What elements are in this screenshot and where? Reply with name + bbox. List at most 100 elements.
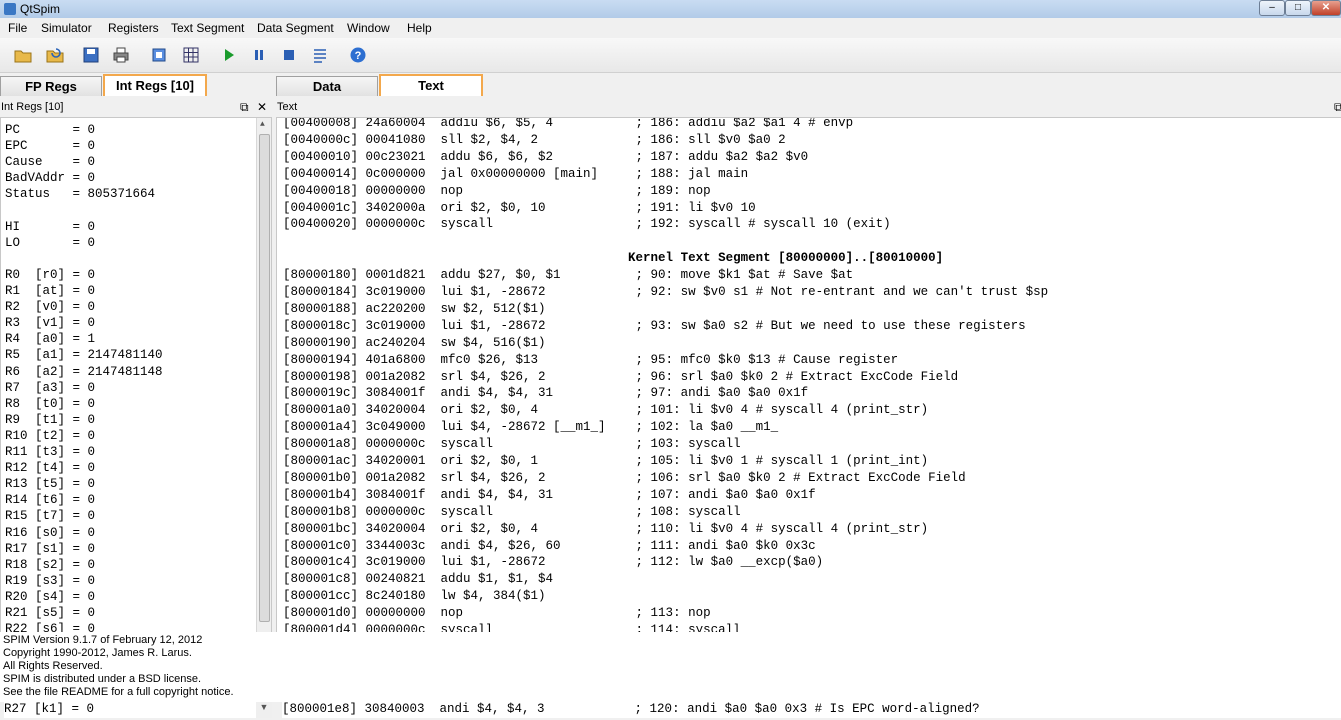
segment-header: Kernel Text Segment [80000000]..[8001000… (283, 251, 944, 266)
title-bar: QtSpim – □ ✕ (0, 0, 1341, 18)
text-row: [8000019c] 3084001f andi $4, $4, 31 ; 97… (283, 386, 809, 401)
int-regs-dock-header: Int Regs [10] ⧉ ✕ (0, 98, 270, 116)
register-row: R5 [a1] = 2147481140 (5, 348, 163, 363)
run-icon[interactable] (220, 46, 238, 64)
reload-file-icon[interactable] (46, 46, 64, 64)
text-row: [80000190] ac240204 sw $4, 516($1) (283, 335, 546, 350)
register-row: R10 [t2] = 0 (5, 428, 96, 443)
register-row: R19 [s3] = 0 (5, 573, 96, 588)
text-row: [800001b0] 001a2082 srl $4, $26, 2 ; 106… (283, 470, 966, 485)
registers-scrollbar[interactable]: ▲ (256, 118, 271, 632)
menu-help[interactable]: Help (407, 21, 432, 35)
undock-icon[interactable]: ⧉ (1334, 98, 1341, 116)
menu-simulator[interactable]: Simulator (41, 21, 92, 35)
text-row: [00400008] 24a60004 addiu $6, $5, 4 ; 18… (283, 117, 854, 130)
open-file-icon[interactable] (14, 46, 32, 64)
int-regs-dock-title: Int Regs [10] (1, 101, 64, 113)
register-row: R2 [v0] = 0 (5, 300, 96, 315)
text-dock-title: Text (277, 101, 298, 113)
tab-int-regs[interactable]: Int Regs [10] (103, 74, 207, 96)
clear-registers-icon[interactable] (150, 46, 168, 64)
text-row: [800001c4] 3c019000 lui $1, -28672 ; 112… (283, 555, 824, 570)
message-line: Copyright 1990-2012, James R. Larus. (3, 647, 192, 659)
text-segment-panel: [00400008] 24a60004 addiu $6, $5, 4 ; 18… (276, 117, 1341, 633)
register-row: R12 [t4] = 0 (5, 461, 96, 476)
svg-text:?: ? (355, 50, 362, 62)
text-row: [800001d0] 00000000 nop ; 113: nop (283, 606, 711, 621)
text-row: [800001cc] 8c240180 lw $4, 384($1) (283, 589, 546, 604)
menu-data-segment[interactable]: Data Segment (257, 21, 334, 35)
register-row: R13 [t5] = 0 (5, 477, 96, 492)
registers-panel: PC = 0 EPC = 0 Cause = 0 BadVAddr = 0 Status… (0, 117, 272, 633)
text-row: [00400020] 0000000c syscall ; 192: sysca… (283, 217, 891, 232)
text-row: [8000018c] 3c019000 lui $1, -28672 ; 93:… (283, 318, 1026, 333)
text-row: [800001a4] 3c049000 lui $4, -28672 [__m1… (283, 420, 779, 435)
menu-registers[interactable]: Registers (108, 21, 159, 35)
text-row: [0040000c] 00041080 sll $2, $4, 2 ; 186:… (283, 132, 786, 147)
text-row: [800001b8] 0000000c syscall ; 108: sysca… (283, 504, 741, 519)
window-title: QtSpim (20, 2, 61, 16)
register-row: R20 [s4] = 0 (5, 589, 96, 604)
undock-icon[interactable]: ⧉ (240, 98, 249, 116)
register-row: R3 [v1] = 0 (5, 316, 96, 331)
register-row: R11 [t3] = 0 (5, 445, 96, 459)
text-row: [80000198] 001a2082 srl $4, $26, 2 ; 96:… (283, 369, 959, 384)
tab-text[interactable]: Text (379, 74, 483, 96)
register-row: LO = 0 (5, 235, 96, 250)
help-icon[interactable]: ? (349, 46, 367, 64)
menu-window[interactable]: Window (347, 21, 390, 35)
message-line: SPIM Version 9.1.7 of February 12, 2012 (3, 634, 203, 646)
register-row: Cause = 0 (5, 155, 96, 170)
register-row: R6 [a2] = 2147481148 (5, 364, 163, 379)
register-row: Status = 805371664 (5, 187, 156, 202)
menu-file[interactable]: File (8, 21, 27, 35)
text-row: [00400010] 00c23021 addu $6, $6, $2 ; 18… (283, 149, 809, 164)
text-row: [80000184] 3c019000 lui $1, -28672 ; 92:… (283, 285, 1049, 299)
text-row: [800001c0] 3344003c andi $4, $26, 60 ; 1… (283, 538, 816, 553)
close-button[interactable]: ✕ (1311, 0, 1341, 16)
scroll-down-icon[interactable]: ▼ (256, 702, 272, 718)
close-dock-icon[interactable]: ✕ (257, 98, 267, 116)
text-row: [00400018] 00000000 nop ; 189: nop (283, 183, 711, 198)
register-row: R21 [s5] = 0 (5, 606, 96, 620)
stop-icon[interactable] (280, 46, 298, 64)
print-icon[interactable] (112, 46, 130, 64)
register-row: R4 [a0] = 1 (5, 332, 96, 347)
text-row: [800001a8] 0000000c syscall ; 103: sysca… (283, 437, 741, 452)
text-row: [80000194] 401a6800 mfc0 $26, $13 ; 95: … (283, 352, 899, 367)
message-line: All Rights Reserved. (3, 660, 103, 672)
register-row: R9 [t1] = 0 (5, 412, 96, 427)
register-row: R27 [k1] = 0 (4, 702, 256, 718)
scroll-thumb[interactable] (259, 134, 270, 622)
register-row: R1 [at] = 0 (5, 284, 96, 298)
save-log-icon[interactable] (82, 46, 100, 64)
text-row: [800001a0] 34020004 ori $2, $0, 4 ; 101:… (283, 403, 929, 418)
register-row: R7 [a3] = 0 (5, 380, 96, 395)
maximize-button[interactable]: □ (1285, 0, 1311, 16)
text-row: [800001ac] 34020001 ori $2, $0, 1 ; 105:… (283, 454, 929, 468)
text-row: [00400014] 0c000000 jal 0x00000000 [main… (283, 166, 749, 181)
menu-text-segment[interactable]: Text Segment (171, 21, 244, 35)
register-row: R14 [t6] = 0 (5, 493, 96, 508)
register-row: PC = 0 (5, 123, 96, 137)
register-row: EPC = 0 (5, 139, 96, 154)
app-icon (4, 3, 16, 15)
step-icon[interactable] (311, 46, 329, 64)
register-row: HI = 0 (5, 219, 96, 234)
text-row: [800001c8] 00240821 addu $1, $1, $4 (283, 572, 554, 587)
message-line: See the file README for a full copyright… (3, 686, 234, 698)
text-row: [80000180] 0001d821 addu $27, $0, $1 ; 9… (283, 268, 854, 283)
register-row: R0 [r0] = 0 (5, 267, 96, 282)
register-row: BadVAddr = 0 (5, 171, 96, 186)
pause-icon[interactable] (250, 46, 268, 64)
text-row: [800001bc] 34020004 ori $2, $0, 4 ; 110:… (283, 521, 929, 536)
tab-data[interactable]: Data (276, 76, 378, 96)
tab-fp-regs[interactable]: FP Regs (0, 76, 102, 96)
register-row: R17 [s1] = 0 (5, 541, 96, 556)
text-row: [800001b4] 3084001f andi $4, $4, 31 ; 10… (283, 487, 816, 502)
minimize-button[interactable]: – (1259, 0, 1285, 16)
register-row: R15 [t7] = 0 (5, 509, 96, 524)
text-row: [800001e8] 30840003 andi $4, $4, 3 ; 120… (282, 702, 1341, 718)
message-line: SPIM is distributed under a BSD license. (3, 673, 202, 685)
grid-icon[interactable] (182, 46, 200, 64)
